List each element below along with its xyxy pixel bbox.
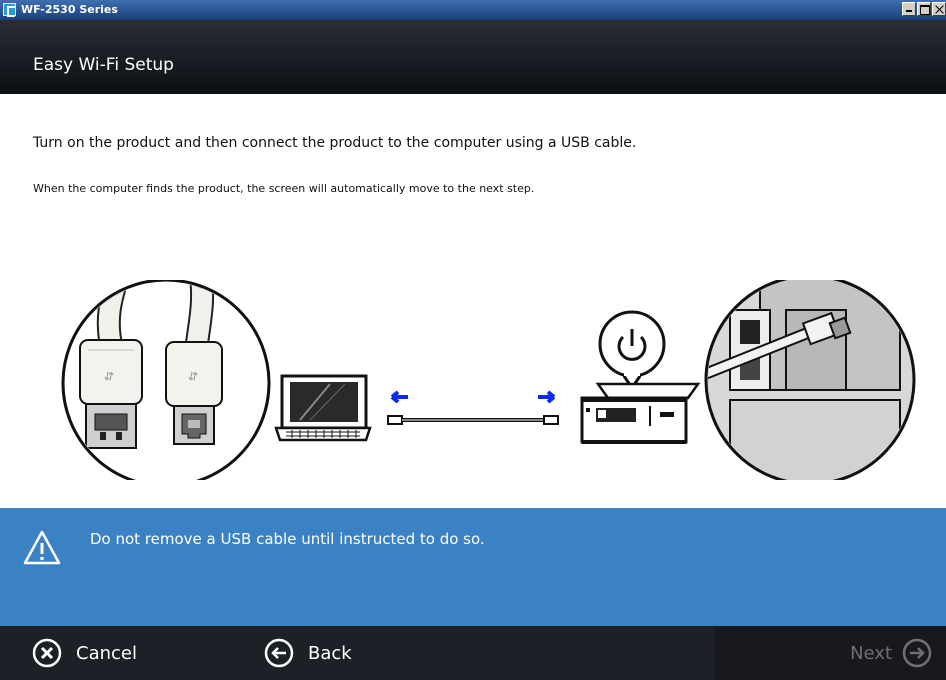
warning-text: Do not remove a USB cable until instruct…	[90, 530, 485, 548]
page-title: Easy Wi-Fi Setup	[33, 55, 174, 75]
printer-icon	[580, 382, 701, 444]
usb-cable-icon	[387, 390, 559, 425]
header-banner: Easy Wi-Fi Setup	[0, 20, 946, 94]
warning-triangle-icon	[23, 530, 61, 565]
usb-connectors-icon: ⇆ ⇆	[61, 280, 271, 480]
window-controls	[901, 2, 946, 18]
back-arrow-icon	[264, 638, 294, 668]
maximize-button[interactable]	[917, 2, 931, 16]
cancel-label: Cancel	[76, 642, 137, 664]
instruction-text: Turn on the product and then connect the…	[33, 135, 637, 151]
minimize-button[interactable]	[902, 2, 916, 16]
back-button[interactable]: Back	[264, 626, 352, 680]
printer-usb-port-icon	[704, 280, 916, 480]
cancel-x-icon	[32, 638, 62, 668]
next-label: Next	[850, 642, 892, 664]
cancel-button[interactable]: Cancel	[32, 626, 137, 680]
app-icon	[3, 3, 16, 17]
usb-connection-illustration: ⇆ ⇆	[61, 280, 916, 480]
window-title-bar: WF-2530 Series	[0, 0, 946, 20]
next-button[interactable]: Next	[850, 626, 932, 680]
warning-banner: Do not remove a USB cable until instruct…	[0, 508, 946, 626]
next-arrow-icon	[902, 638, 932, 668]
window-title: WF-2530 Series	[21, 3, 118, 16]
footer-bar: Cancel Back Next	[0, 626, 946, 680]
sub-instruction-text: When the computer finds the product, the…	[33, 182, 535, 195]
close-button[interactable]	[932, 2, 946, 16]
back-label: Back	[308, 642, 352, 664]
laptop-icon	[274, 374, 372, 442]
power-icon	[598, 310, 666, 391]
